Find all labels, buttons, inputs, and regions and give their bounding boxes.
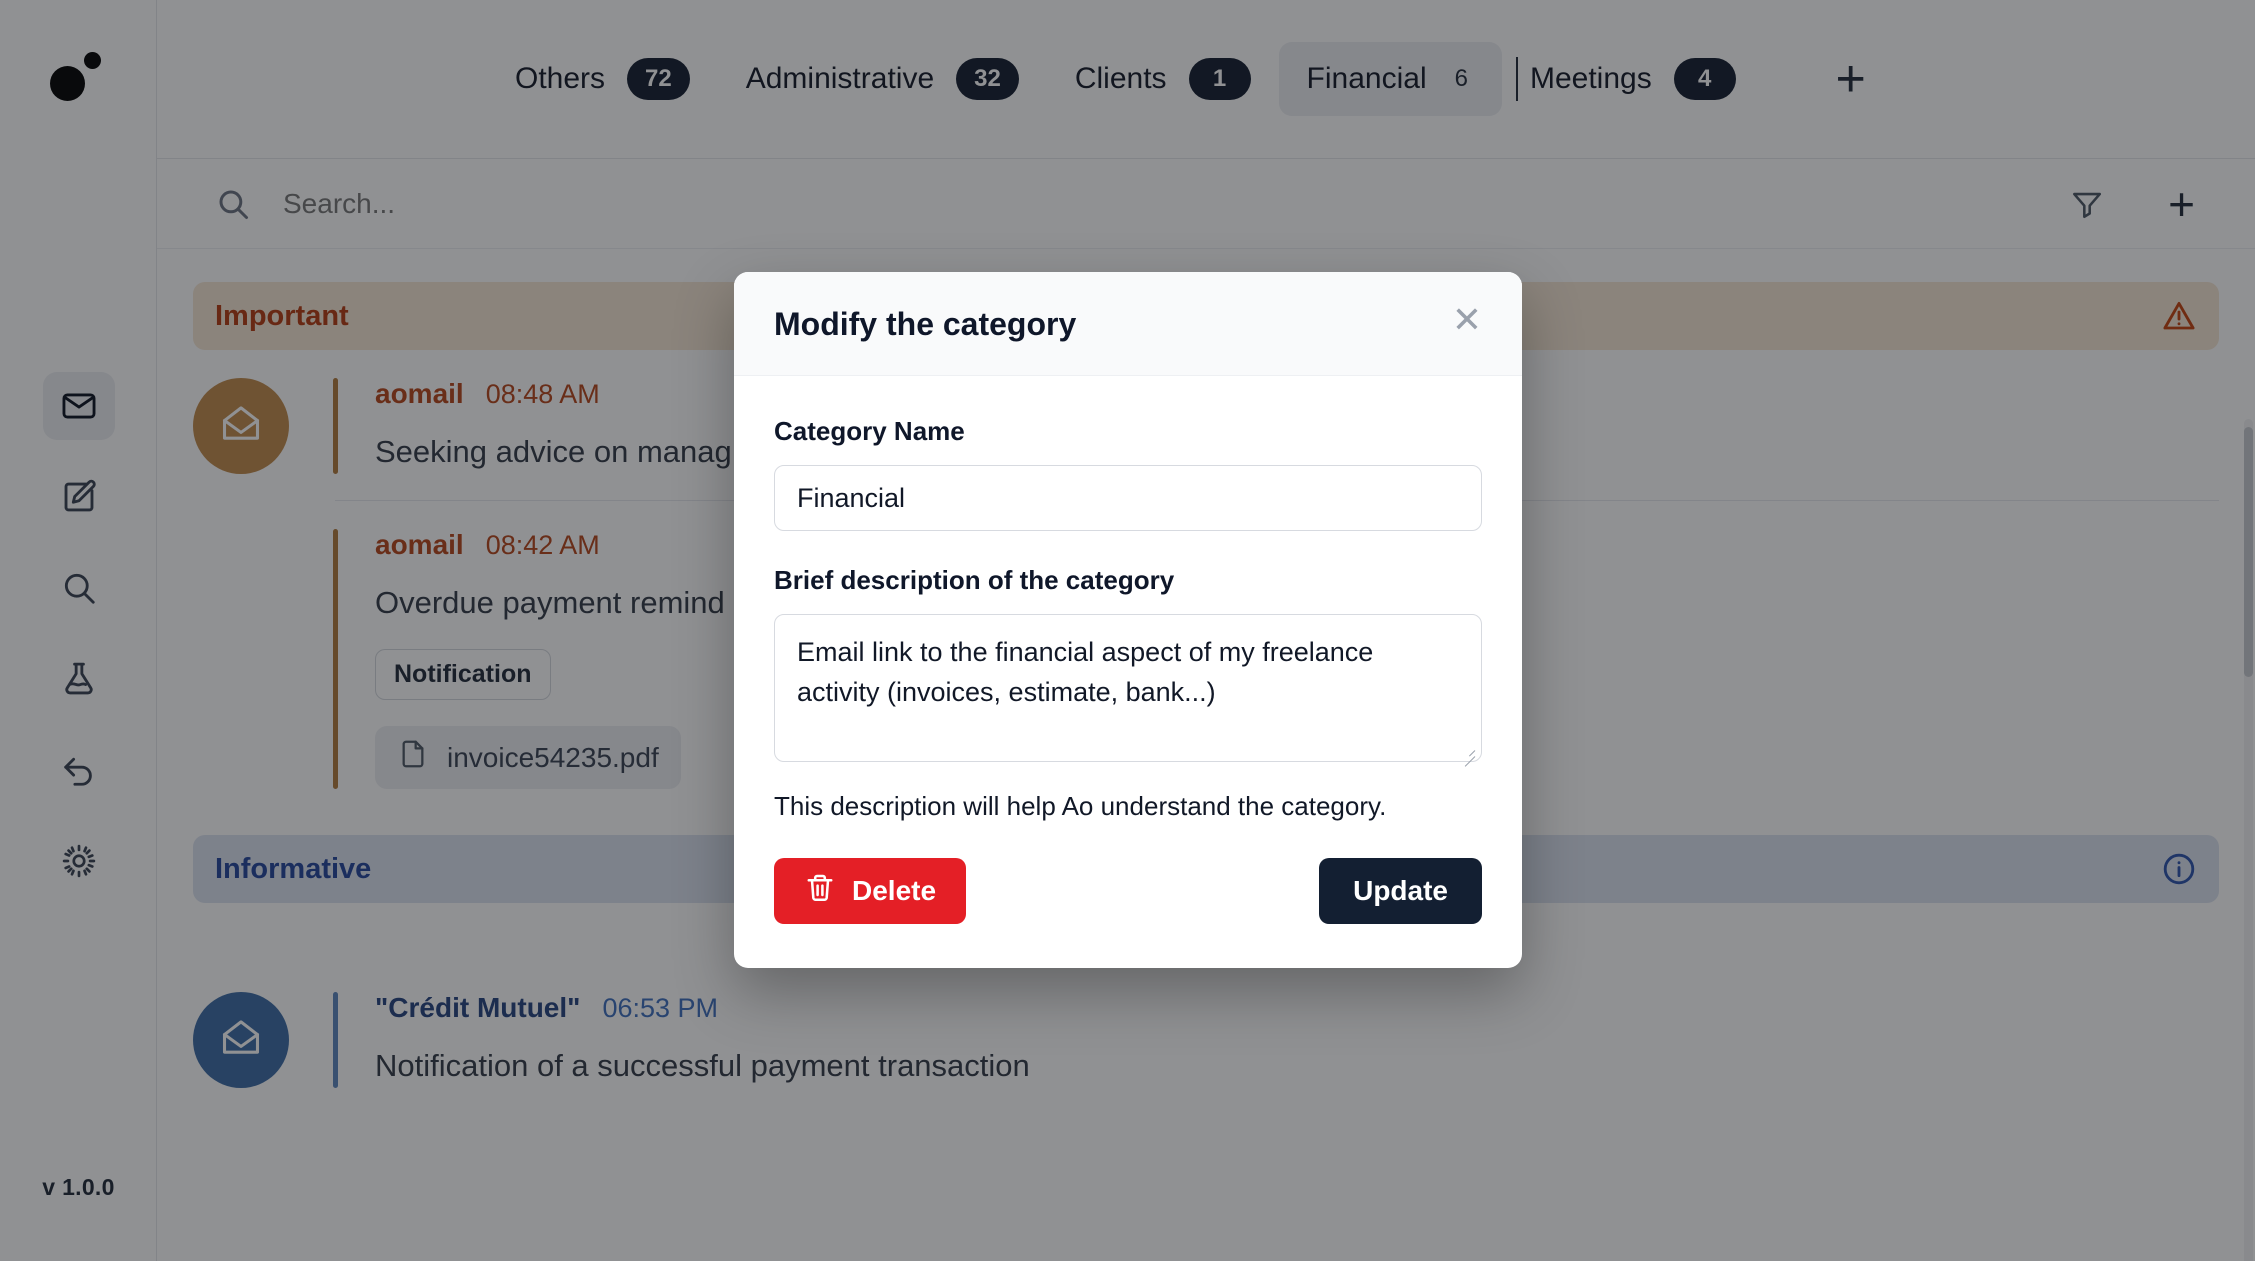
modal-body: Category Name Brief description of the c… <box>734 376 1522 822</box>
modal-title: Modify the category <box>774 306 1077 342</box>
update-button-label: Update <box>1353 875 1448 906</box>
update-button[interactable]: Update <box>1319 858 1482 924</box>
modal-header: Modify the category ✕ <box>734 272 1522 376</box>
close-icon[interactable]: ✕ <box>1452 302 1482 338</box>
category-description-input[interactable] <box>774 614 1482 762</box>
category-description-wrap <box>774 614 1482 767</box>
category-name-label: Category Name <box>774 416 965 446</box>
trash-icon <box>804 872 836 911</box>
description-helper-text: This description will help Ao understand… <box>774 791 1387 821</box>
modify-category-modal: Modify the category ✕ Category Name Brie… <box>734 272 1522 968</box>
category-description-label: Brief description of the category <box>774 565 1175 595</box>
delete-button-label: Delete <box>852 875 937 906</box>
modal-actions: Delete Update <box>734 822 1522 968</box>
category-name-input[interactable] <box>774 465 1482 531</box>
app-root: v 1.0.0 Others 72 Administrative 32 Clie… <box>0 0 2255 1261</box>
delete-button[interactable]: Delete <box>774 858 967 924</box>
